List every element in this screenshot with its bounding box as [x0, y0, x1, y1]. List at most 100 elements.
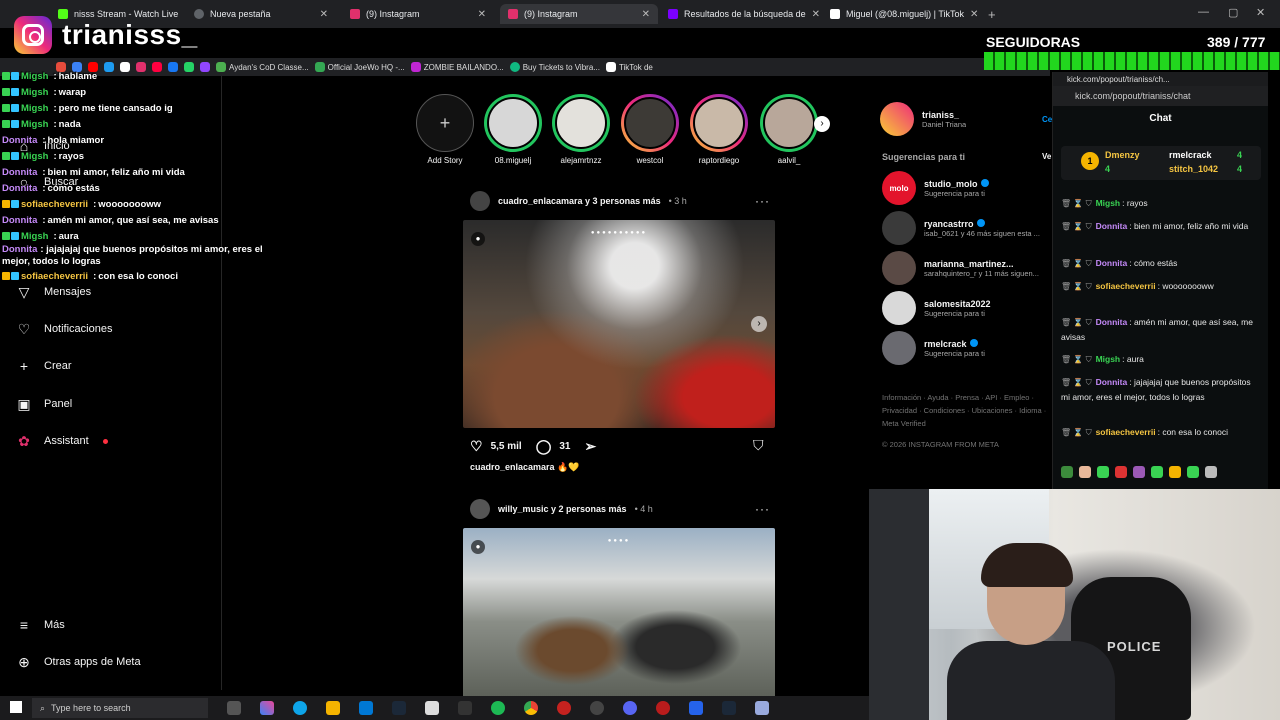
suggestion-item[interactable]: ryancastrro isab_0621 y 46 más siguen est… [882, 211, 1040, 245]
tagged-person-icon[interactable]: ● [471, 232, 485, 246]
suggestion-item[interactable]: salomesita2022 Sugerencia para ti [882, 291, 991, 325]
opera-icon[interactable] [557, 701, 571, 715]
nav-panel[interactable]: ▣ Panel [16, 396, 72, 412]
close-tab-icon[interactable]: ✕ [478, 9, 486, 20]
file-explorer-icon[interactable] [326, 701, 340, 715]
browser-tab-active[interactable]: (9) Instagram ✕ [500, 4, 658, 24]
footer-links[interactable]: Información · Ayuda · Prensa · API · Emp… [882, 391, 1048, 430]
post-author[interactable]: willy_music y 2 personas más [498, 504, 627, 514]
mod-tools-icon[interactable]: 🗑 ⌛ ⛉ [1061, 428, 1092, 437]
bookmark-link[interactable]: Official JoeWo HQ -... [314, 62, 405, 72]
switch-account-link[interactable]: Ce [1042, 115, 1052, 124]
bookmark-link[interactable]: ZOMBIE BAILANDO... [410, 62, 504, 72]
mod-tools-icon[interactable]: 🗑 ⌛ ⛉ [1061, 378, 1092, 387]
steam-icon[interactable] [392, 701, 406, 715]
carousel-next-icon[interactable]: › [751, 316, 767, 332]
minimize-icon[interactable]: — [1198, 6, 1209, 18]
close-tab-icon[interactable]: ✕ [812, 9, 820, 20]
popout-url-bar[interactable]: kick.com/popout/trianiss/chat [1053, 86, 1268, 106]
mod-tools-icon[interactable]: 🗑 ⌛ ⛉ [1061, 222, 1092, 231]
browser-tab[interactable]: Resultados de la búsqueda de ✕ [660, 4, 820, 24]
outlook-icon[interactable] [359, 701, 373, 715]
shield-icon[interactable] [689, 701, 703, 715]
avatar[interactable] [470, 191, 490, 211]
suggestion-item[interactable]: marianna_martinez... sarahquintero_r y 11… [882, 251, 1039, 285]
mod-tools-icon[interactable]: 🗑 ⌛ ⛉ [1061, 282, 1092, 291]
bookmark-link[interactable]: TikTok de [605, 62, 653, 72]
emote-icon[interactable] [1151, 466, 1163, 478]
suggestion-item[interactable]: molo studio_molo Sugerencia para ti [882, 171, 989, 205]
story-item[interactable]: 08.miguelj [482, 94, 544, 165]
chat-username[interactable]: Migsh [1096, 354, 1121, 364]
browser-tab[interactable]: (9) Instagram ✕ [342, 4, 494, 24]
add-story[interactable]: + Add Story [414, 94, 476, 165]
story-item[interactable]: raptordiego [688, 94, 750, 165]
stories-next-icon[interactable]: › [814, 116, 830, 132]
nav-otras-apps[interactable]: ⊕ Otras apps de Meta [16, 654, 140, 670]
discord-icon[interactable] [623, 701, 637, 715]
emote-icon[interactable] [1115, 466, 1127, 478]
story-item[interactable]: alejamrtnzz [550, 94, 612, 165]
mod-tools-icon[interactable]: 🗑 ⌛ ⛉ [1061, 259, 1092, 268]
mod-tools-icon[interactable]: 🗑 ⌛ ⛉ [1061, 199, 1092, 208]
more-options-icon[interactable]: ··· [755, 194, 770, 208]
app-icon[interactable] [458, 701, 472, 715]
story-item[interactable]: aalvil_ [758, 94, 820, 165]
windows-start-icon[interactable] [10, 701, 22, 713]
save-bookmark-icon[interactable]: ⛉ [753, 437, 764, 454]
chat-username[interactable]: Donnita [1096, 377, 1128, 387]
chat-username[interactable]: sofiaecheverrii [1096, 281, 1156, 291]
maximize-icon[interactable]: ▢ [1228, 6, 1238, 19]
share-icon[interactable]: ➢ [585, 438, 597, 455]
steam-icon[interactable] [722, 701, 736, 715]
spotify-icon[interactable] [491, 701, 505, 715]
chat-username[interactable]: Donnita [1096, 258, 1128, 268]
close-tab-icon[interactable]: ✕ [642, 9, 650, 20]
caption-username[interactable]: cuadro_enlacamara [470, 462, 555, 472]
see-all-link[interactable]: Ve [1042, 152, 1051, 161]
edge-icon[interactable] [293, 701, 307, 715]
emote-icon[interactable] [1133, 466, 1145, 478]
mod-tools-icon[interactable]: 🗑 ⌛ ⛉ [1061, 318, 1092, 327]
emote-icon[interactable] [1097, 466, 1109, 478]
nav-assistant[interactable]: ✿ Assistant [16, 433, 108, 449]
bookmark-link[interactable]: Buy Tickets to Vibra... [509, 62, 600, 72]
copilot-icon[interactable] [260, 701, 274, 715]
chat-username[interactable]: Migsh [1096, 198, 1121, 208]
close-tab-icon[interactable]: ✕ [970, 9, 978, 20]
app-icon[interactable] [755, 701, 769, 715]
browser-tab[interactable]: Nueva pestaña ✕ [186, 4, 336, 24]
emote-icon[interactable] [1187, 466, 1199, 478]
chat-username[interactable]: Donnita [1096, 221, 1128, 231]
post-author[interactable]: cuadro_enlacamara y 3 personas más [498, 196, 661, 206]
post-image[interactable]: ●●●●●●●●●● ● › [463, 220, 775, 428]
emote-icon[interactable] [1079, 466, 1091, 478]
close-window-icon[interactable]: ✕ [1256, 6, 1265, 19]
emote-icon[interactable] [1205, 466, 1217, 478]
chrome-icon[interactable] [524, 701, 538, 715]
story-item[interactable]: westcol [619, 94, 681, 165]
nav-mensajes[interactable]: ▽ Mensajes [16, 284, 91, 300]
obs-icon[interactable] [590, 701, 604, 715]
current-account[interactable]: trianiss_ Daniel Triana [880, 102, 966, 136]
like-heart-icon[interactable]: ♡ [470, 438, 483, 455]
emote-icon[interactable] [1061, 466, 1073, 478]
emote-icon[interactable] [1169, 466, 1181, 478]
chat-username[interactable]: Donnita [1096, 317, 1128, 327]
chat-username[interactable]: sofiaecheverrii [1096, 427, 1156, 437]
close-tab-icon[interactable]: ✕ [320, 9, 328, 20]
task-view-icon[interactable] [227, 701, 241, 715]
post-image[interactable]: ●●●● ● [463, 528, 775, 698]
mod-tools-icon[interactable]: 🗑 ⌛ ⛉ [1061, 355, 1092, 364]
tagged-person-icon[interactable]: ● [471, 540, 485, 554]
nav-mas[interactable]: ≡ Más [16, 617, 65, 633]
app-icon[interactable] [656, 701, 670, 715]
avatar[interactable] [470, 499, 490, 519]
taskbar-search[interactable]: ⌕ Type here to search [32, 698, 208, 718]
new-tab-icon[interactable]: + [980, 4, 1000, 24]
nav-notificaciones[interactable]: ♡ Notificaciones [16, 321, 113, 337]
more-options-icon[interactable]: ··· [755, 502, 770, 516]
browser-tab[interactable]: Miguel (@08.miguelj) | TikTok ✕ [822, 4, 978, 24]
comment-icon[interactable]: ◯ [536, 438, 552, 455]
suggestion-item[interactable]: rmelcrack Sugerencia para ti [882, 331, 985, 365]
